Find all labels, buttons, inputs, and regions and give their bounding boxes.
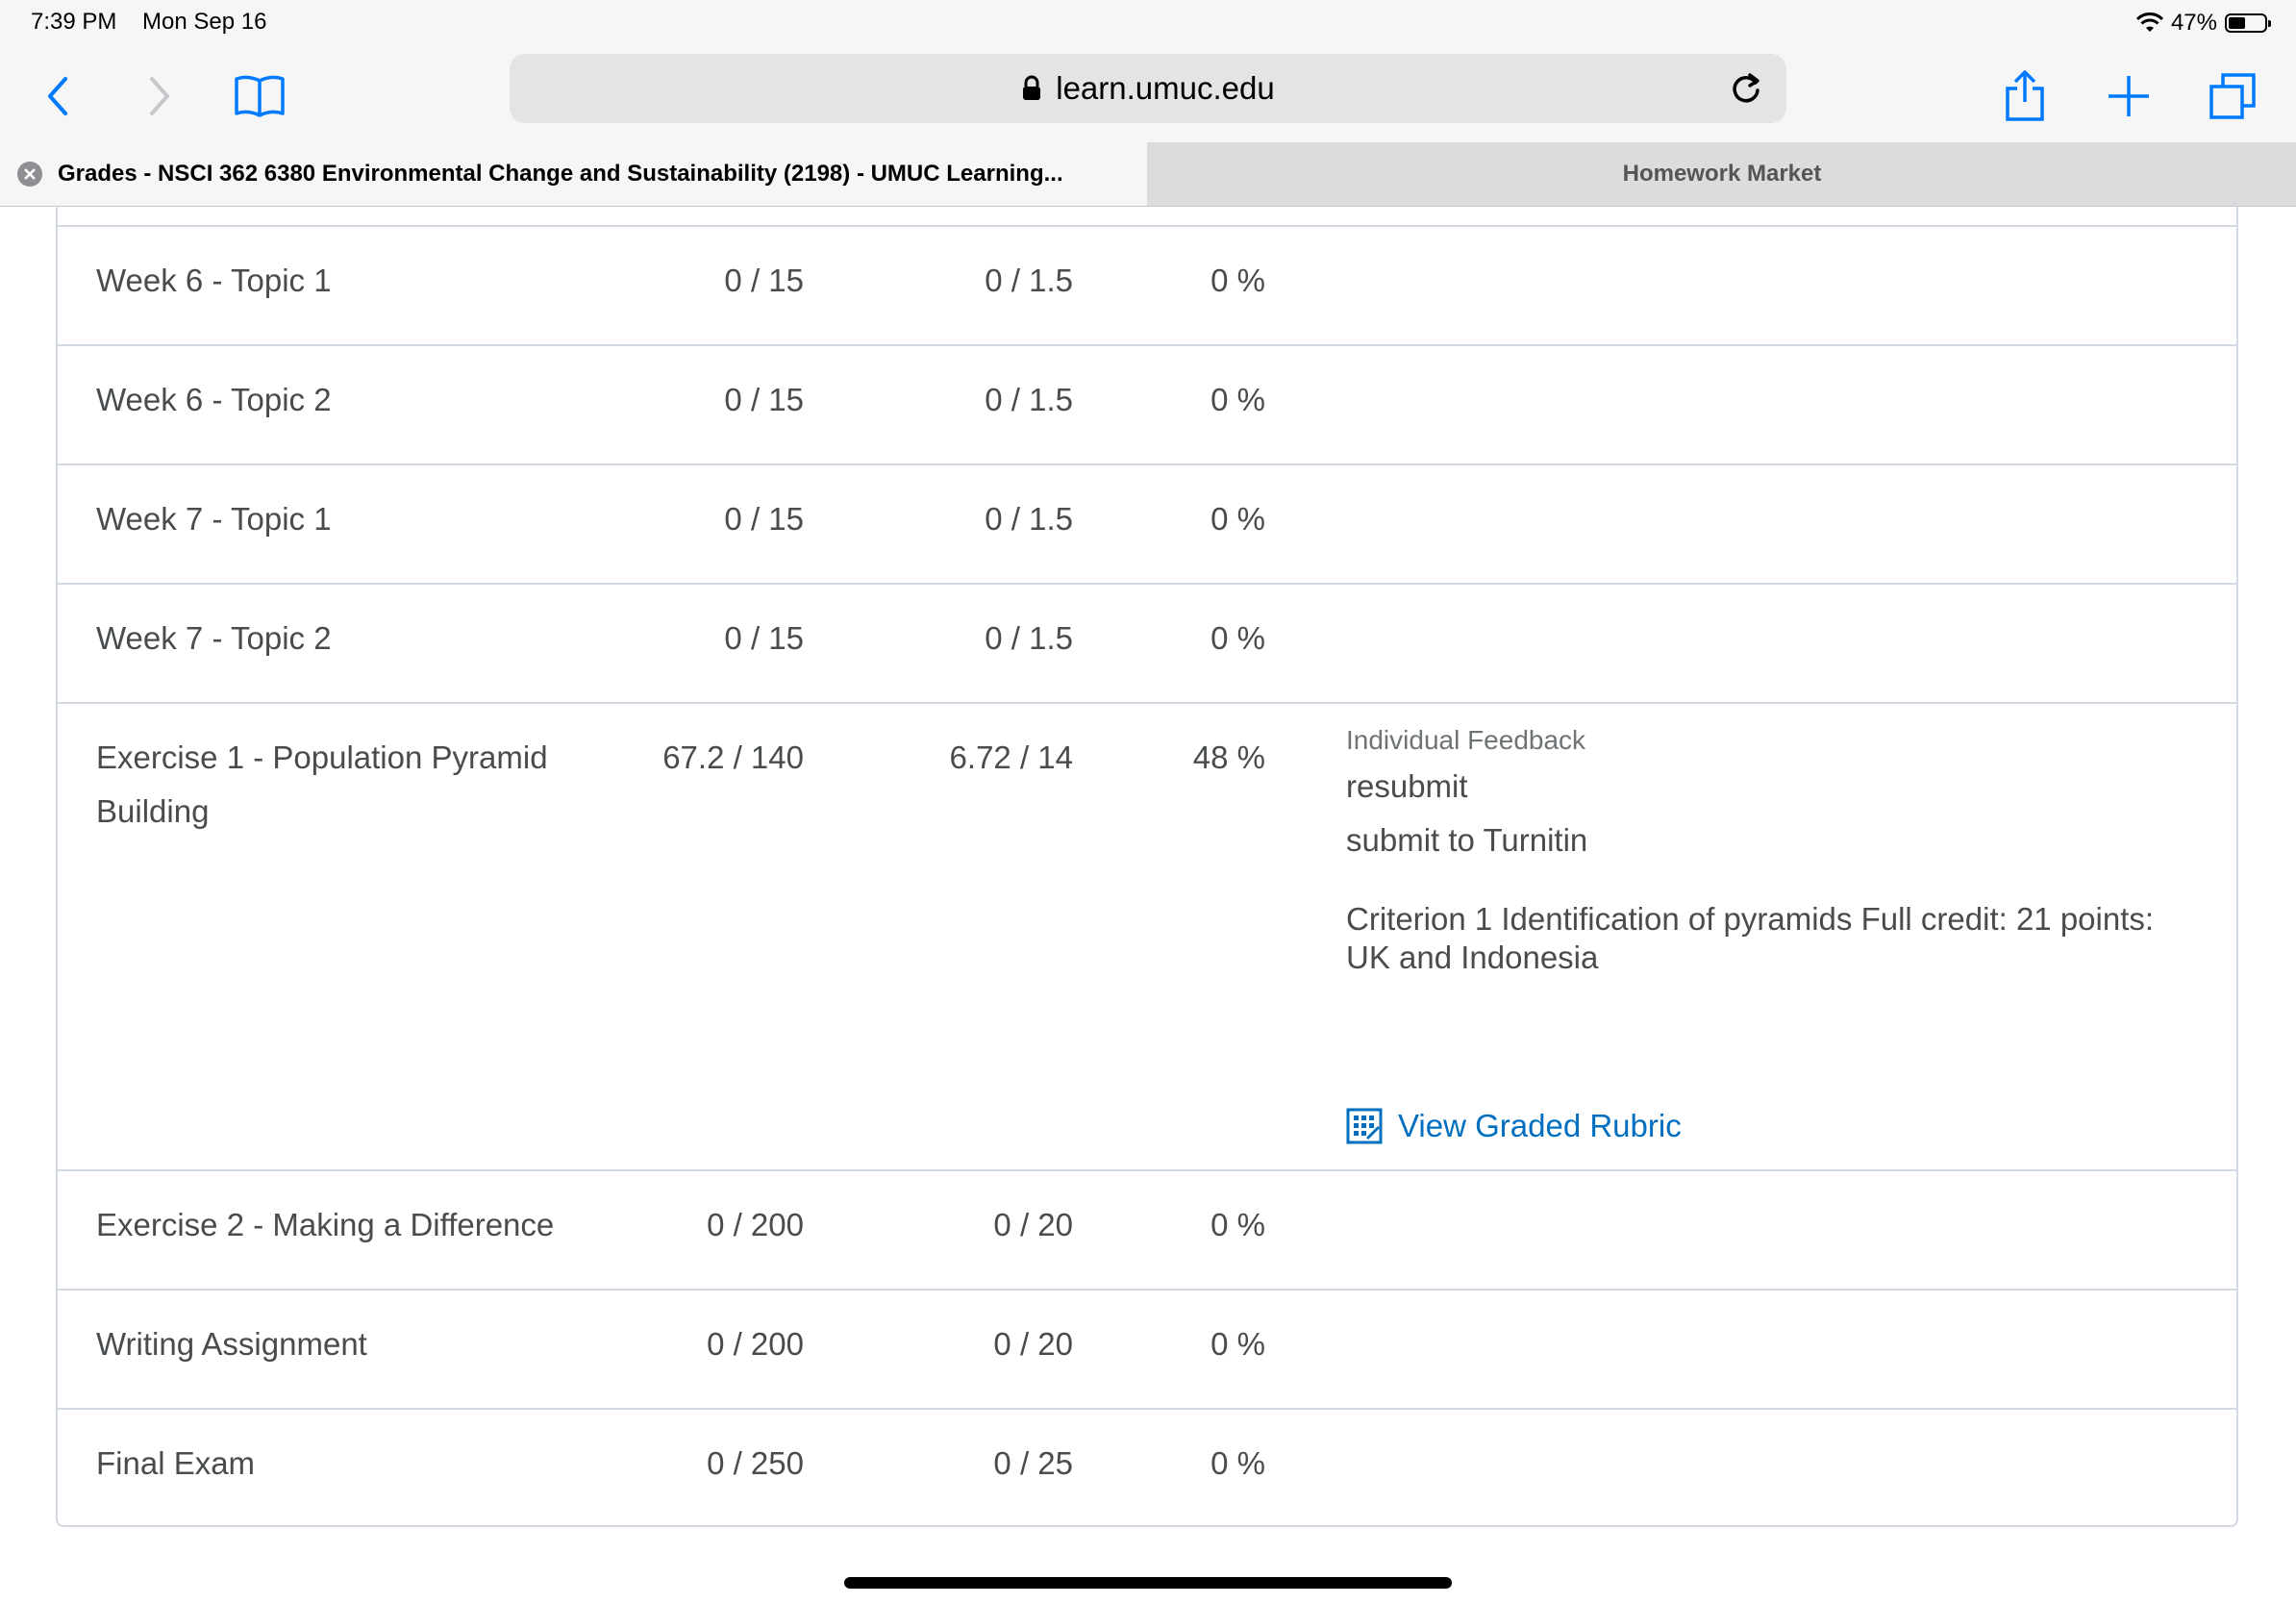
tab-homework-market[interactable]: Homework Market	[1148, 142, 2296, 206]
view-graded-rubric-link[interactable]: View Graded Rubric	[1346, 1108, 1682, 1144]
battery-percent: 47%	[2170, 10, 2217, 36]
grade-weight: 0 / 1.5	[985, 501, 1073, 537]
tab-close-button[interactable]	[17, 162, 42, 187]
grade-points: 0 / 15	[724, 620, 804, 656]
table-row: Exercise 2 - Making a Difference 0 / 200…	[58, 1169, 2236, 1291]
grade-percent: 0 %	[1210, 263, 1265, 298]
grade-item-name: Exercise 2 - Making a Difference	[96, 1207, 555, 1242]
plus-icon	[2109, 76, 2149, 116]
share-button[interactable]	[1996, 67, 2054, 125]
home-indicator[interactable]	[844, 1577, 1452, 1589]
status-date: Mon Sep 16	[142, 9, 267, 35]
tabs-overview-button[interactable]	[2204, 67, 2261, 125]
grade-percent: 0 %	[1210, 1326, 1265, 1362]
grade-percent: 0 %	[1210, 620, 1265, 656]
grade-item-name: Week 7 - Topic 1	[96, 501, 332, 537]
battery-icon	[2225, 13, 2271, 33]
grade-weight: 0 / 1.5	[985, 620, 1073, 656]
grade-item-name: Week 6 - Topic 2	[96, 382, 332, 417]
chevron-left-icon	[48, 77, 67, 115]
tab-grades[interactable]: Grades - NSCI 362 6380 Environmental Cha…	[0, 142, 1147, 206]
back-button[interactable]	[29, 67, 87, 125]
grade-weight: 0 / 20	[993, 1207, 1073, 1242]
grade-points: 0 / 15	[724, 382, 804, 417]
url-text: learn.umuc.edu	[1056, 70, 1275, 106]
table-row: Week 7 - Topic 2 0 / 15 0 / 1.5 0 %	[58, 583, 2236, 704]
share-icon	[2006, 70, 2044, 121]
table-row: Week 6 - Topic 2 0 / 15 0 / 1.5 0 %	[58, 344, 2236, 465]
grade-percent: 0 %	[1210, 501, 1265, 537]
grade-weight: 6.72 / 14	[949, 739, 1073, 775]
grade-item-name: Final Exam	[96, 1445, 256, 1481]
grade-percent: 48 %	[1192, 739, 1265, 775]
feedback-criterion: Criterion 1 Identification of pyramids F…	[1346, 901, 2155, 975]
feedback-text: submit to Turnitin	[1346, 822, 1588, 858]
grade-item-name: Week 6 - Topic 1	[96, 263, 332, 298]
grade-points: 67.2 / 140	[662, 739, 804, 775]
table-row: Week 7 - Topic 1 0 / 15 0 / 1.5 0 %	[58, 464, 2236, 585]
status-bar: 7:39 PM Mon Sep 16 47%	[0, 0, 2296, 46]
tab-bar: Grades - NSCI 362 6380 Environmental Cha…	[0, 142, 2296, 207]
grade-points: 0 / 200	[707, 1207, 804, 1242]
rubric-icon	[1346, 1108, 1383, 1144]
grade-item-name: Exercise 1 - Population Pyramid Building	[96, 739, 548, 829]
grade-weight: 0 / 1.5	[985, 382, 1073, 417]
grade-points: 0 / 15	[724, 263, 804, 298]
tabs-icon	[2209, 73, 2256, 119]
chevron-right-icon	[150, 77, 169, 115]
bookmarks-button[interactable]	[231, 67, 288, 125]
grade-item-name: Writing Assignment	[96, 1326, 367, 1362]
book-icon	[235, 75, 285, 117]
reload-icon	[1733, 73, 1759, 103]
lock-icon	[1023, 75, 1041, 100]
grade-points: 0 / 250	[707, 1445, 804, 1481]
grade-points: 0 / 15	[724, 501, 804, 537]
feedback-label: Individual Feedback	[1346, 725, 1586, 755]
status-time: 7:39 PM	[31, 9, 117, 35]
grade-item-name: Week 7 - Topic 2	[96, 620, 332, 656]
grade-points: 0 / 200	[707, 1326, 804, 1362]
individual-feedback: Individual Feedback resubmit submit to T…	[1346, 721, 2192, 977]
new-tab-button[interactable]	[2100, 67, 2158, 125]
grade-weight: 0 / 25	[993, 1445, 1073, 1481]
table-row: Week 6 - Topic 1 0 / 15 0 / 1.5 0 %	[58, 225, 2236, 346]
battery-level	[2229, 17, 2245, 29]
table-row: Final Exam 0 / 250 0 / 25 0 %	[58, 1408, 2236, 1527]
grades-table: Week 6 - Topic 1 0 / 15 0 / 1.5 0 % Week…	[56, 206, 2238, 1527]
reload-button[interactable]	[1719, 62, 1773, 115]
grade-percent: 0 %	[1210, 1445, 1265, 1481]
wifi-icon	[2135, 13, 2163, 32]
rubric-link-text: View Graded Rubric	[1398, 1108, 1682, 1143]
grade-weight: 0 / 20	[993, 1326, 1073, 1362]
grade-weight: 0 / 1.5	[985, 263, 1073, 298]
grade-percent: 0 %	[1210, 1207, 1265, 1242]
table-row: Exercise 1 - Population Pyramid Building…	[58, 702, 2236, 1171]
feedback-text: resubmit	[1346, 768, 1468, 804]
status-right: 47%	[2135, 8, 2271, 38]
forward-button[interactable]	[131, 67, 188, 125]
browser-toolbar: learn.umuc.edu	[0, 46, 2296, 142]
table-row: Writing Assignment 0 / 200 0 / 20 0 %	[58, 1289, 2236, 1410]
tab-title: Grades - NSCI 362 6380 Environmental Cha…	[58, 161, 1063, 187]
grade-percent: 0 %	[1210, 382, 1265, 417]
address-bar[interactable]: learn.umuc.edu	[510, 54, 1786, 123]
tab-title: Homework Market	[1622, 161, 1822, 187]
close-icon	[24, 168, 36, 180]
